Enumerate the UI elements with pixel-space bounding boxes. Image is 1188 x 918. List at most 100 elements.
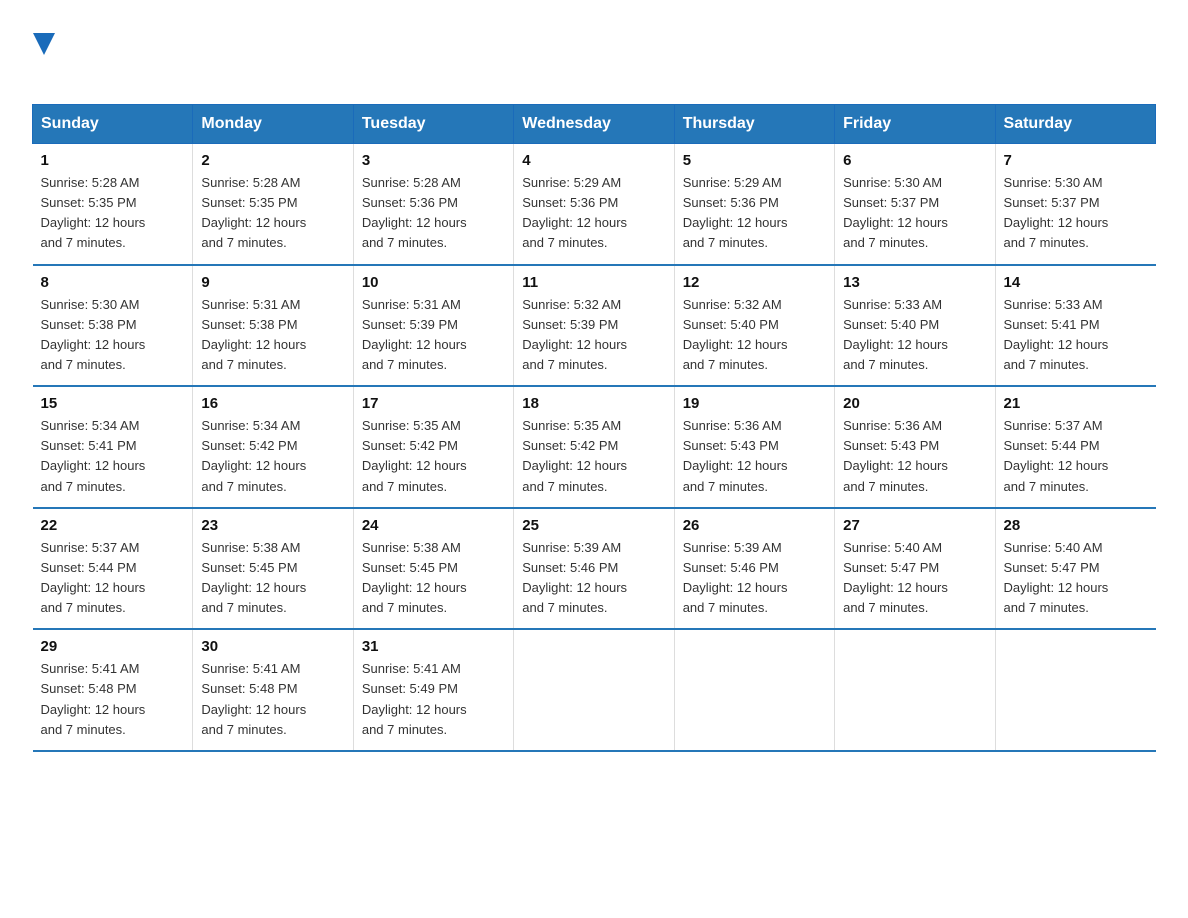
table-row: 28 Sunrise: 5:40 AMSunset: 5:47 PMDaylig…: [995, 508, 1155, 630]
table-row: 29 Sunrise: 5:41 AMSunset: 5:48 PMDaylig…: [33, 629, 193, 751]
day-number: 25: [522, 517, 665, 534]
table-row: 20 Sunrise: 5:36 AMSunset: 5:43 PMDaylig…: [835, 386, 995, 508]
day-detail: Sunrise: 5:36 AMSunset: 5:43 PMDaylight:…: [843, 418, 948, 493]
day-detail: Sunrise: 5:38 AMSunset: 5:45 PMDaylight:…: [201, 540, 306, 615]
table-row: 16 Sunrise: 5:34 AMSunset: 5:42 PMDaylig…: [193, 386, 353, 508]
table-row: 4 Sunrise: 5:29 AMSunset: 5:36 PMDayligh…: [514, 144, 674, 265]
table-row: [835, 629, 995, 751]
day-detail: Sunrise: 5:35 AMSunset: 5:42 PMDaylight:…: [522, 418, 627, 493]
day-detail: Sunrise: 5:34 AMSunset: 5:42 PMDaylight:…: [201, 418, 306, 493]
table-row: 24 Sunrise: 5:38 AMSunset: 5:45 PMDaylig…: [353, 508, 513, 630]
calendar-week-row: 1 Sunrise: 5:28 AMSunset: 5:35 PMDayligh…: [33, 144, 1156, 265]
day-detail: Sunrise: 5:33 AMSunset: 5:41 PMDaylight:…: [1004, 297, 1109, 372]
day-detail: Sunrise: 5:28 AMSunset: 5:36 PMDaylight:…: [362, 175, 467, 250]
day-number: 16: [201, 395, 344, 412]
day-detail: Sunrise: 5:41 AMSunset: 5:49 PMDaylight:…: [362, 661, 467, 736]
day-detail: Sunrise: 5:31 AMSunset: 5:39 PMDaylight:…: [362, 297, 467, 372]
day-number: 10: [362, 274, 505, 291]
day-number: 17: [362, 395, 505, 412]
col-saturday: Saturday: [995, 105, 1155, 144]
day-detail: Sunrise: 5:41 AMSunset: 5:48 PMDaylight:…: [201, 661, 306, 736]
col-sunday: Sunday: [33, 105, 193, 144]
table-row: 18 Sunrise: 5:35 AMSunset: 5:42 PMDaylig…: [514, 386, 674, 508]
day-detail: Sunrise: 5:39 AMSunset: 5:46 PMDaylight:…: [683, 540, 788, 615]
table-row: 1 Sunrise: 5:28 AMSunset: 5:35 PMDayligh…: [33, 144, 193, 265]
day-detail: Sunrise: 5:31 AMSunset: 5:38 PMDaylight:…: [201, 297, 306, 372]
col-thursday: Thursday: [674, 105, 834, 144]
day-number: 5: [683, 152, 826, 169]
day-number: 1: [41, 152, 185, 169]
day-detail: Sunrise: 5:41 AMSunset: 5:48 PMDaylight:…: [41, 661, 146, 736]
calendar-week-row: 15 Sunrise: 5:34 AMSunset: 5:41 PMDaylig…: [33, 386, 1156, 508]
day-number: 15: [41, 395, 185, 412]
day-detail: Sunrise: 5:40 AMSunset: 5:47 PMDaylight:…: [1004, 540, 1109, 615]
calendar-week-row: 29 Sunrise: 5:41 AMSunset: 5:48 PMDaylig…: [33, 629, 1156, 751]
col-friday: Friday: [835, 105, 995, 144]
table-row: [514, 629, 674, 751]
day-number: 3: [362, 152, 505, 169]
day-detail: Sunrise: 5:28 AMSunset: 5:35 PMDaylight:…: [201, 175, 306, 250]
table-row: 3 Sunrise: 5:28 AMSunset: 5:36 PMDayligh…: [353, 144, 513, 265]
day-number: 26: [683, 517, 826, 534]
day-number: 12: [683, 274, 826, 291]
col-wednesday: Wednesday: [514, 105, 674, 144]
day-number: 20: [843, 395, 986, 412]
calendar-table: Sunday Monday Tuesday Wednesday Thursday…: [32, 104, 1156, 752]
day-number: 8: [41, 274, 185, 291]
day-number: 22: [41, 517, 185, 534]
day-number: 24: [362, 517, 505, 534]
day-detail: Sunrise: 5:39 AMSunset: 5:46 PMDaylight:…: [522, 540, 627, 615]
table-row: 21 Sunrise: 5:37 AMSunset: 5:44 PMDaylig…: [995, 386, 1155, 508]
table-row: 14 Sunrise: 5:33 AMSunset: 5:41 PMDaylig…: [995, 265, 1155, 387]
table-row: 23 Sunrise: 5:38 AMSunset: 5:45 PMDaylig…: [193, 508, 353, 630]
col-monday: Monday: [193, 105, 353, 144]
day-number: 30: [201, 638, 344, 655]
col-tuesday: Tuesday: [353, 105, 513, 144]
table-row: 8 Sunrise: 5:30 AMSunset: 5:38 PMDayligh…: [33, 265, 193, 387]
table-row: 19 Sunrise: 5:36 AMSunset: 5:43 PMDaylig…: [674, 386, 834, 508]
day-detail: Sunrise: 5:34 AMSunset: 5:41 PMDaylight:…: [41, 418, 146, 493]
table-row: 5 Sunrise: 5:29 AMSunset: 5:36 PMDayligh…: [674, 144, 834, 265]
calendar-week-row: 22 Sunrise: 5:37 AMSunset: 5:44 PMDaylig…: [33, 508, 1156, 630]
day-number: 23: [201, 517, 344, 534]
logo-triangle-icon: [33, 33, 55, 55]
day-detail: Sunrise: 5:29 AMSunset: 5:36 PMDaylight:…: [522, 175, 627, 250]
day-number: 28: [1004, 517, 1148, 534]
table-row: 27 Sunrise: 5:40 AMSunset: 5:47 PMDaylig…: [835, 508, 995, 630]
day-detail: Sunrise: 5:40 AMSunset: 5:47 PMDaylight:…: [843, 540, 948, 615]
table-row: 10 Sunrise: 5:31 AMSunset: 5:39 PMDaylig…: [353, 265, 513, 387]
logo: [32, 24, 56, 86]
day-detail: Sunrise: 5:33 AMSunset: 5:40 PMDaylight:…: [843, 297, 948, 372]
table-row: 6 Sunrise: 5:30 AMSunset: 5:37 PMDayligh…: [835, 144, 995, 265]
calendar-header-row: Sunday Monday Tuesday Wednesday Thursday…: [33, 105, 1156, 144]
day-detail: Sunrise: 5:28 AMSunset: 5:35 PMDaylight:…: [41, 175, 146, 250]
table-row: 17 Sunrise: 5:35 AMSunset: 5:42 PMDaylig…: [353, 386, 513, 508]
calendar-week-row: 8 Sunrise: 5:30 AMSunset: 5:38 PMDayligh…: [33, 265, 1156, 387]
day-number: 19: [683, 395, 826, 412]
table-row: 9 Sunrise: 5:31 AMSunset: 5:38 PMDayligh…: [193, 265, 353, 387]
day-detail: Sunrise: 5:38 AMSunset: 5:45 PMDaylight:…: [362, 540, 467, 615]
day-number: 7: [1004, 152, 1148, 169]
table-row: 26 Sunrise: 5:39 AMSunset: 5:46 PMDaylig…: [674, 508, 834, 630]
day-number: 27: [843, 517, 986, 534]
table-row: 7 Sunrise: 5:30 AMSunset: 5:37 PMDayligh…: [995, 144, 1155, 265]
day-number: 4: [522, 152, 665, 169]
day-number: 29: [41, 638, 185, 655]
day-detail: Sunrise: 5:37 AMSunset: 5:44 PMDaylight:…: [1004, 418, 1109, 493]
day-number: 9: [201, 274, 344, 291]
table-row: [995, 629, 1155, 751]
table-row: 12 Sunrise: 5:32 AMSunset: 5:40 PMDaylig…: [674, 265, 834, 387]
day-number: 21: [1004, 395, 1148, 412]
page-header: [32, 24, 1156, 86]
day-number: 31: [362, 638, 505, 655]
table-row: 25 Sunrise: 5:39 AMSunset: 5:46 PMDaylig…: [514, 508, 674, 630]
table-row: 31 Sunrise: 5:41 AMSunset: 5:49 PMDaylig…: [353, 629, 513, 751]
day-number: 6: [843, 152, 986, 169]
day-detail: Sunrise: 5:30 AMSunset: 5:38 PMDaylight:…: [41, 297, 146, 372]
day-detail: Sunrise: 5:36 AMSunset: 5:43 PMDaylight:…: [683, 418, 788, 493]
day-detail: Sunrise: 5:32 AMSunset: 5:40 PMDaylight:…: [683, 297, 788, 372]
day-detail: Sunrise: 5:30 AMSunset: 5:37 PMDaylight:…: [843, 175, 948, 250]
table-row: 15 Sunrise: 5:34 AMSunset: 5:41 PMDaylig…: [33, 386, 193, 508]
day-number: 2: [201, 152, 344, 169]
day-number: 11: [522, 274, 665, 291]
